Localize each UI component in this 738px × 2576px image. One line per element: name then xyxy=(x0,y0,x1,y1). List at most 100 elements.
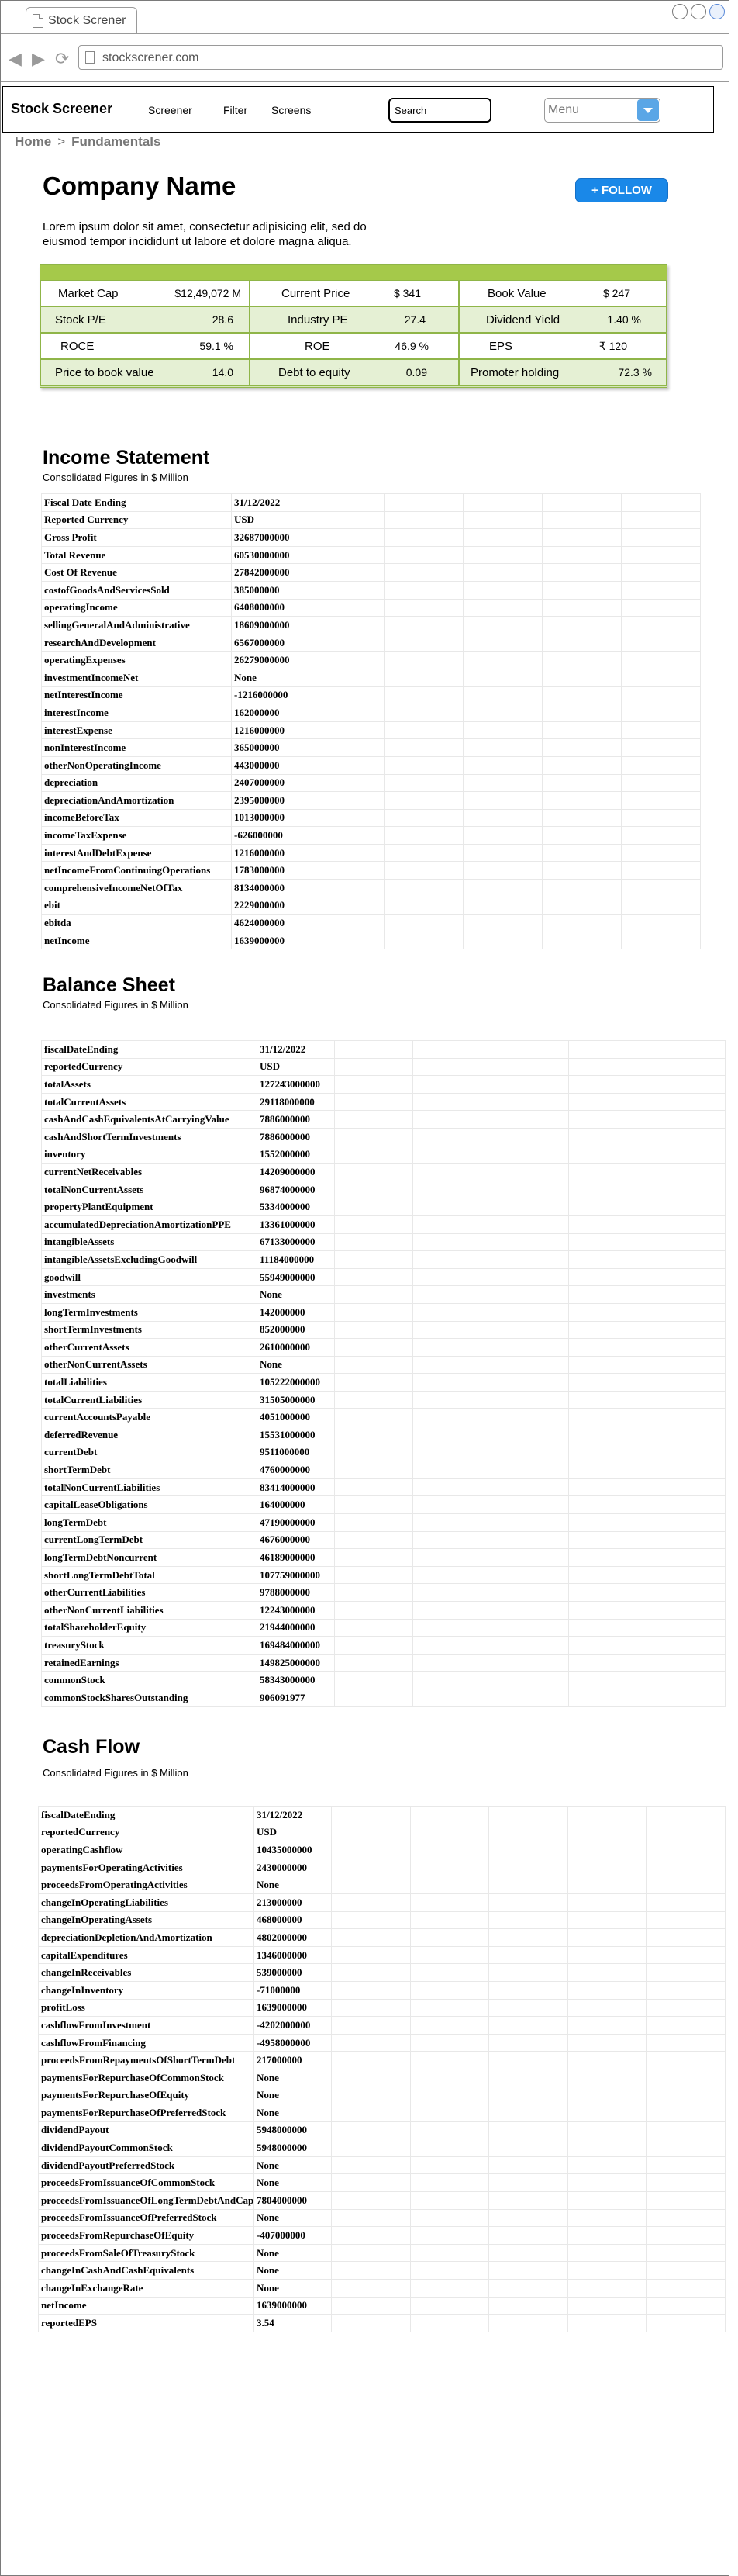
empty-cell xyxy=(621,563,701,582)
metric-dividend-yield: Dividend Yield 1.40 % xyxy=(459,306,667,333)
row-value: 13361000000 xyxy=(257,1215,335,1234)
empty-cell xyxy=(568,1653,648,1672)
empty-cell xyxy=(621,528,701,547)
row-value: 213000000 xyxy=(253,1893,332,1912)
empty-cell xyxy=(490,1320,570,1340)
breadcrumb-current[interactable]: Fundamentals xyxy=(71,134,160,149)
table-row: totalNonCurrentAssets 96874000000 xyxy=(41,1180,726,1199)
empty-cell xyxy=(384,738,464,757)
empty-cell xyxy=(490,1338,570,1357)
metric-value: $ 341 xyxy=(393,287,421,299)
empty-cell xyxy=(646,1998,726,2018)
empty-cell xyxy=(305,563,385,582)
minimize-button[interactable] xyxy=(672,4,688,19)
row-label: nonInterestIncome xyxy=(41,738,232,757)
nav-screens[interactable]: Screens xyxy=(271,104,311,116)
row-label: Cost Of Revenue xyxy=(41,563,232,582)
row-value: None xyxy=(231,668,305,687)
table-row: fiscalDateEnding 31/12/2022 xyxy=(41,1040,726,1059)
empty-cell xyxy=(542,791,622,810)
metric-value: $ 247 xyxy=(602,287,630,299)
empty-cell xyxy=(305,879,385,897)
row-label: proceedsFromRepurchaseOfEquity xyxy=(38,2226,254,2245)
empty-cell xyxy=(567,1806,647,1824)
table-row: depreciationDepletionAndAmortization 4802… xyxy=(38,1928,726,1947)
empty-cell xyxy=(463,616,543,634)
table-row: paymentsForOperatingActivities 2430000000 xyxy=(38,1858,726,1877)
table-row: accumulatedDepreciationAmortizationPPE 13… xyxy=(41,1215,726,1234)
empty-cell xyxy=(646,1928,726,1947)
follow-button[interactable]: + FOLLOW xyxy=(575,178,668,202)
empty-cell xyxy=(412,1513,491,1532)
row-label: interestExpense xyxy=(41,721,232,740)
metric-value: ₹ 120 xyxy=(598,340,627,352)
table-row: proceedsFromSaleOfTreasuryStock None xyxy=(38,2243,726,2263)
row-label: profitLoss xyxy=(38,1998,254,2018)
row-value: 142000000 xyxy=(257,1302,335,1322)
nav-screener[interactable]: Screener xyxy=(148,104,192,116)
metric-current-price: Current Price $ 341 xyxy=(250,280,459,306)
empty-cell xyxy=(412,1583,491,1602)
close-button[interactable] xyxy=(709,4,725,19)
empty-cell xyxy=(647,1302,726,1322)
empty-cell xyxy=(412,1092,491,1112)
search-input[interactable] xyxy=(388,98,491,123)
row-value: None xyxy=(253,1876,332,1894)
empty-cell xyxy=(647,1110,726,1129)
empty-cell xyxy=(334,1302,413,1322)
empty-cell xyxy=(568,1530,648,1550)
empty-cell xyxy=(646,2261,726,2280)
empty-cell xyxy=(463,493,543,512)
table-row: profitLoss 1639000000 xyxy=(38,1998,726,2018)
table-row: proceedsFromIssuanceOfLongTermDebtAndCap… xyxy=(38,2191,726,2210)
empty-cell xyxy=(647,1233,726,1252)
table-row: ebitda 4624000000 xyxy=(41,914,701,932)
row-value: 443000000 xyxy=(231,756,305,775)
row-label: Gross Profit xyxy=(41,528,232,547)
row-value: 2229000000 xyxy=(231,896,305,915)
empty-cell xyxy=(542,598,622,617)
empty-cell xyxy=(647,1565,726,1585)
empty-cell xyxy=(463,738,543,757)
forward-arrow-icon[interactable]: ▶ xyxy=(32,50,45,68)
empty-cell xyxy=(647,1671,726,1689)
row-label: operatingIncome xyxy=(41,598,232,617)
empty-cell xyxy=(334,1127,413,1146)
empty-cell xyxy=(646,2086,726,2105)
back-arrow-icon[interactable]: ◀ xyxy=(9,50,22,68)
maximize-button[interactable] xyxy=(691,4,706,19)
metrics-row: Price to book value 14.0 Debt to equity … xyxy=(40,359,667,386)
empty-cell xyxy=(542,563,622,582)
url-text: stockscrener.com xyxy=(102,51,199,64)
metric-value: $12,49,072 M xyxy=(174,287,241,299)
row-value: 18609000000 xyxy=(231,616,305,634)
brand-logo[interactable]: Stock Screener xyxy=(11,101,112,117)
empty-cell xyxy=(412,1688,491,1707)
table-row: otherCurrentAssets 2610000000 xyxy=(41,1338,726,1357)
metric-value: 0.09 xyxy=(405,366,427,379)
empty-cell xyxy=(412,1057,491,1077)
empty-cell xyxy=(621,826,701,845)
empty-cell xyxy=(331,1893,411,1912)
table-row: totalLiabilities 105222000000 xyxy=(41,1373,726,1392)
row-label: netIncome xyxy=(38,2296,254,2315)
chevron-down-icon[interactable] xyxy=(637,99,659,121)
empty-cell xyxy=(488,1876,568,1894)
breadcrumb-home[interactable]: Home xyxy=(15,134,51,149)
reload-icon[interactable]: ⟳ xyxy=(55,50,69,68)
row-value: None xyxy=(253,2068,332,2087)
metric-roe: ROE 46.9 % xyxy=(250,333,459,359)
nav-filter[interactable]: Filter xyxy=(223,104,247,116)
menu-dropdown[interactable]: Menu xyxy=(544,98,660,123)
empty-cell xyxy=(621,545,701,565)
url-field[interactable]: stockscrener.com xyxy=(78,45,723,70)
table-row: intangibleAssets 67133000000 xyxy=(41,1233,726,1252)
empty-cell xyxy=(409,2243,490,2263)
empty-cell xyxy=(621,896,701,915)
empty-cell xyxy=(412,1180,491,1199)
browser-tab[interactable]: Stock Screner xyxy=(26,7,137,33)
empty-cell xyxy=(412,1075,491,1094)
empty-cell xyxy=(568,1426,648,1444)
empty-cell xyxy=(568,1478,648,1497)
empty-cell xyxy=(567,1823,647,1842)
